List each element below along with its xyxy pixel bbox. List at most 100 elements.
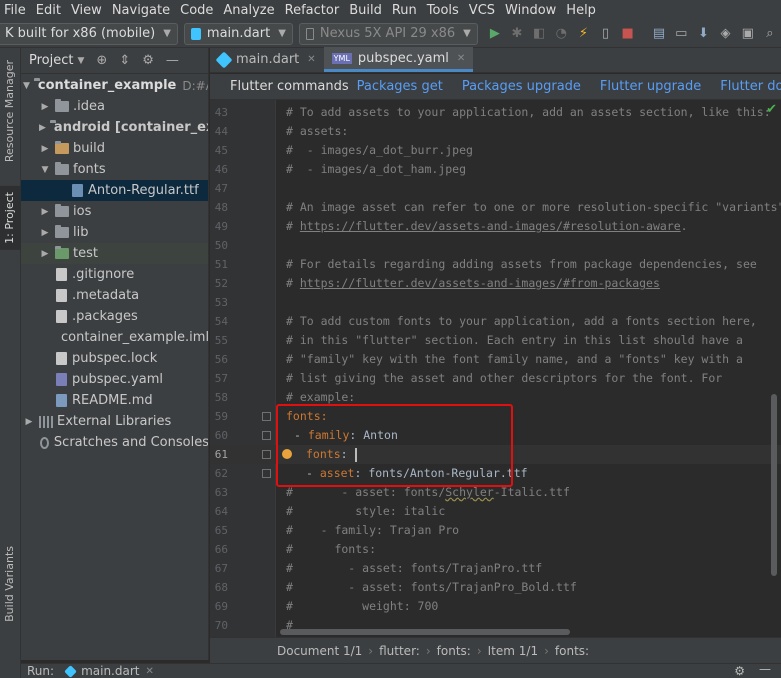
- folder-icon: [55, 141, 69, 154]
- tree-item-iml[interactable]: container_example.iml: [21, 327, 208, 348]
- chevron-down-icon[interactable]: ▼: [39, 165, 51, 175]
- run-tab-main-dart[interactable]: main.dart: [81, 664, 139, 678]
- chevron-right-icon[interactable]: ▶: [39, 207, 51, 217]
- stop-icon[interactable]: ■: [622, 26, 634, 42]
- packages-get-link[interactable]: Packages get: [357, 79, 443, 94]
- flutter-doctor-link[interactable]: Flutter doctor: [720, 79, 781, 94]
- run-config-combo[interactable]: K built for x86 (mobile) ▼: [0, 22, 178, 45]
- build-variants-tab[interactable]: Build Variants: [3, 546, 16, 622]
- chevron-right-icon[interactable]: ▶: [39, 123, 46, 133]
- menu-build[interactable]: Build: [344, 3, 387, 18]
- menu-edit[interactable]: Edit: [31, 3, 66, 18]
- breadcrumb-item[interactable]: fonts:: [555, 644, 589, 658]
- breadcrumb-item[interactable]: Document 1/1: [277, 644, 362, 658]
- chevron-down-icon[interactable]: ▼: [77, 56, 84, 66]
- comment-text: # An image asset can refer to one or mor…: [286, 200, 781, 214]
- tree-item-lock[interactable]: pubspec.lock: [21, 348, 208, 369]
- tree-item-fonts[interactable]: ▼ fonts: [21, 159, 208, 180]
- device-combo[interactable]: Nexus 5X API 29 x86 ▼: [298, 22, 478, 45]
- chevron-right-icon[interactable]: ▶: [39, 144, 51, 154]
- profile-icon[interactable]: ◔: [555, 26, 567, 42]
- flutter-upgrade-link[interactable]: Flutter upgrade: [600, 79, 701, 94]
- breadcrumb-item[interactable]: fonts:: [437, 644, 471, 658]
- tree-item-external-libraries[interactable]: ▶ External Libraries: [21, 411, 208, 432]
- fold-icon[interactable]: [262, 450, 271, 459]
- breadcrumb-item[interactable]: Item 1/1: [488, 644, 538, 658]
- fold-icon[interactable]: [262, 412, 271, 421]
- tree-item-build[interactable]: ▶ build: [21, 138, 208, 159]
- device-manager-icon[interactable]: ▣: [742, 26, 754, 42]
- tab-main-dart[interactable]: main.dart ✕: [210, 47, 324, 72]
- tree-item-metadata[interactable]: .metadata: [21, 285, 208, 306]
- tree-item-yaml[interactable]: pubspec.yaml: [21, 369, 208, 390]
- project-tool-tab[interactable]: 1: Project: [0, 186, 21, 250]
- chevron-right-icon[interactable]: ▶: [39, 102, 51, 112]
- sdk-manager-icon[interactable]: ⬇: [697, 26, 709, 42]
- menu-navigate[interactable]: Navigate: [107, 3, 175, 18]
- resource-manager-tab[interactable]: Resource Manager: [3, 60, 16, 162]
- tab-pubspec-yaml[interactable]: YML pubspec.yaml ✕: [323, 47, 474, 72]
- code-editor[interactable]: ✔ 43 # To add assets to your application,…: [210, 100, 781, 637]
- packages-upgrade-link[interactable]: Packages upgrade: [462, 79, 581, 94]
- close-icon[interactable]: ✕: [457, 53, 465, 64]
- breadcrumb-item[interactable]: flutter:: [379, 644, 420, 658]
- hot-reload-icon[interactable]: ⚡: [577, 26, 589, 42]
- doc-link[interactable]: https://flutter.dev/assets-and-images/#r…: [300, 219, 681, 233]
- close-icon[interactable]: ✕: [145, 666, 153, 677]
- terminal-icon[interactable]: ▭: [675, 26, 687, 42]
- menu-tools[interactable]: Tools: [422, 3, 464, 18]
- attach-debugger-icon[interactable]: ◧: [533, 26, 545, 42]
- tree-item-scratches[interactable]: Scratches and Consoles: [21, 432, 209, 453]
- tree-item-packages[interactable]: .packages: [21, 306, 208, 327]
- tree-item-ios[interactable]: ▶ ios: [21, 201, 208, 222]
- menu-file[interactable]: File: [0, 3, 31, 18]
- search-icon[interactable]: ⌕: [764, 26, 776, 42]
- menu-help[interactable]: Help: [561, 3, 601, 18]
- avd-manager-icon[interactable]: ◈: [720, 26, 732, 42]
- tree-item-test[interactable]: ▶ test: [21, 243, 208, 264]
- tree-item-android[interactable]: ▶ android [container_exa: [21, 117, 208, 138]
- tree-item-readme[interactable]: README.md: [21, 390, 208, 411]
- tree-item-lib[interactable]: ▶ lib: [21, 222, 208, 243]
- code-line: 45 # - images/a_dot_burr.jpeg: [210, 141, 781, 160]
- horizontal-scrollbar[interactable]: [280, 629, 570, 635]
- tree-item-idea[interactable]: ▶ .idea: [21, 96, 208, 117]
- project-structure-icon[interactable]: ▤: [653, 26, 665, 42]
- tree-item-label: Scratches and Consoles: [53, 435, 209, 450]
- chevron-right-icon[interactable]: ▶: [39, 228, 51, 238]
- menu-run[interactable]: Run: [387, 3, 422, 18]
- fold-icon[interactable]: [262, 431, 271, 440]
- menu-code[interactable]: Code: [175, 3, 218, 18]
- fold-icon[interactable]: [262, 469, 271, 478]
- chevron-right-icon[interactable]: ▶: [39, 249, 51, 259]
- run-icon[interactable]: ▶: [489, 26, 501, 42]
- hide-icon[interactable]: —: [166, 53, 179, 68]
- locate-icon[interactable]: ⊕: [96, 53, 107, 68]
- gear-icon[interactable]: ⚙: [142, 53, 154, 68]
- run-target-combo[interactable]: main.dart ▼: [183, 22, 293, 45]
- menu-analyze[interactable]: Analyze: [218, 3, 279, 18]
- hide-icon[interactable]: —: [759, 662, 771, 676]
- vertical-scrollbar[interactable]: [771, 394, 777, 576]
- gear-icon[interactable]: ⚙: [734, 664, 745, 678]
- chevron-down-icon[interactable]: ▼: [23, 81, 30, 91]
- menu-refactor[interactable]: Refactor: [280, 3, 345, 18]
- editor-tabs: main.dart ✕ YML pubspec.yaml ✕: [210, 47, 781, 73]
- hot-restart-icon[interactable]: ▯: [599, 26, 611, 42]
- tree-item-anton[interactable]: Anton-Regular.ttf: [21, 180, 208, 201]
- doc-link[interactable]: https://flutter.dev/assets-and-images/#f…: [300, 276, 660, 290]
- root-label: container_example: [37, 78, 177, 93]
- tree-root[interactable]: ▼ container_example D:#An: [21, 75, 208, 96]
- comment-text: # - family: Trajan Pro: [286, 523, 460, 537]
- tree-item-label: README.md: [72, 393, 153, 408]
- close-icon[interactable]: ✕: [307, 54, 315, 65]
- file-icon: [56, 268, 67, 281]
- menu-view[interactable]: View: [66, 3, 107, 18]
- debug-icon[interactable]: ✱: [511, 26, 523, 42]
- tree-item-gitignore[interactable]: .gitignore: [21, 264, 208, 285]
- project-view-selector[interactable]: Project: [29, 53, 73, 68]
- collapse-icon[interactable]: ⇕: [119, 53, 130, 68]
- chevron-right-icon[interactable]: ▶: [23, 417, 35, 427]
- menu-vcs[interactable]: VCS: [464, 3, 500, 18]
- menu-window[interactable]: Window: [500, 3, 561, 18]
